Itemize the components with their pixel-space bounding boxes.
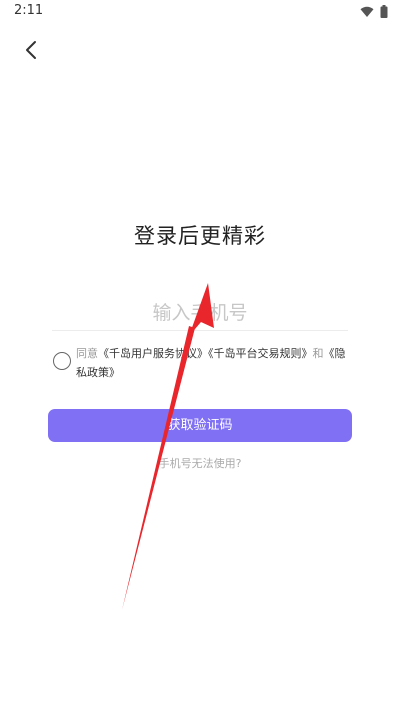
back-button[interactable] — [18, 36, 46, 64]
chevron-left-icon — [26, 41, 36, 59]
page-title: 登录后更精彩 — [134, 224, 266, 248]
battery-icon — [380, 5, 388, 18]
status-time: 2:11 — [14, 3, 44, 18]
status-icons — [360, 5, 388, 18]
input-underline — [52, 330, 348, 331]
phone-input[interactable] — [52, 296, 348, 330]
agreement-text: 同意《千岛用户服务协议》《千岛平台交易规则》和《隐私政策》 — [76, 344, 351, 382]
phone-unavailable-link[interactable]: 手机号无法使用? — [0, 455, 400, 471]
agreement-prefix: 同意 — [76, 347, 98, 360]
agreement-radio[interactable] — [53, 352, 71, 370]
trading-rules-link[interactable]: 《千岛平台交易规则》 — [208, 347, 313, 360]
agreement-conjunction: 和 — [312, 347, 324, 360]
user-service-agreement-link[interactable]: 《千岛用户服务协议》 — [98, 347, 208, 360]
wifi-icon — [360, 6, 374, 17]
get-verification-code-button[interactable]: 获取验证码 — [48, 409, 352, 442]
status-bar: 2:11 — [0, 0, 400, 24]
